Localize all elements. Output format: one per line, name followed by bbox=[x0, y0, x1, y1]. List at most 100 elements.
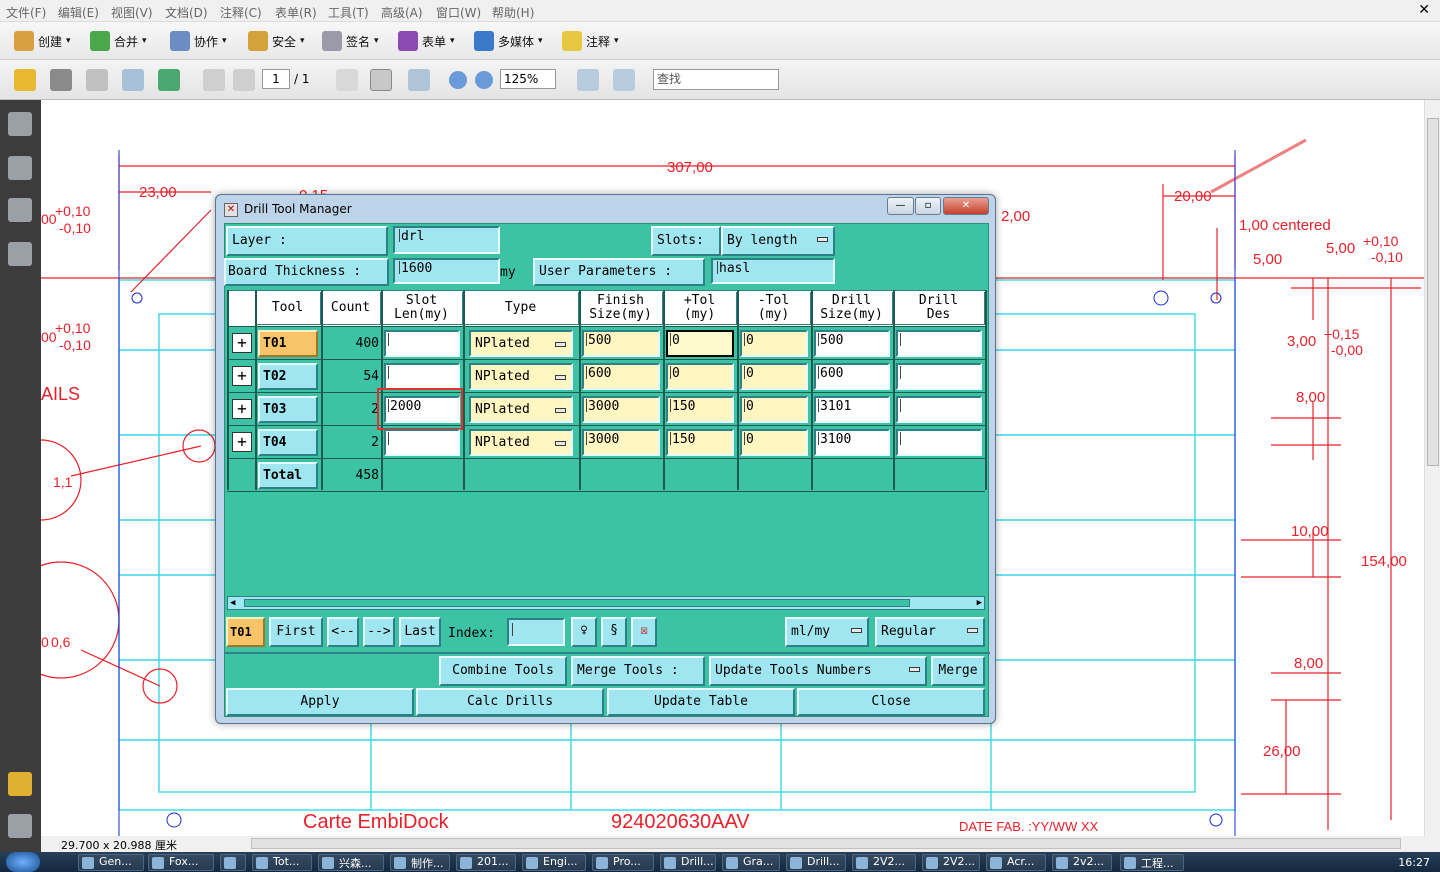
fit-width-icon[interactable] bbox=[577, 69, 599, 91]
lightbulb-button[interactable]: ♀ bbox=[571, 617, 597, 647]
plus-tol-input[interactable]: 150 bbox=[666, 429, 734, 456]
taskbar-item[interactable]: Acr... bbox=[986, 854, 1046, 871]
slot-length-input[interactable] bbox=[384, 429, 460, 456]
start-button[interactable] bbox=[6, 852, 40, 872]
next-button[interactable]: --> bbox=[363, 617, 395, 647]
minus-tol-input[interactable]: 0 bbox=[740, 429, 808, 456]
minus-tol-input[interactable]: 0 bbox=[740, 330, 808, 357]
pages-icon[interactable] bbox=[8, 112, 32, 136]
close-button[interactable]: Close bbox=[797, 688, 985, 716]
signatures-icon[interactable] bbox=[8, 242, 32, 266]
table-scrollbar[interactable]: ◀ ▶ bbox=[227, 596, 985, 610]
taskbar-item[interactable]: Tot... bbox=[252, 854, 312, 871]
column-header-type[interactable]: Type bbox=[463, 292, 579, 325]
finish-size-input[interactable]: 3000 bbox=[582, 429, 660, 456]
tool-cell[interactable]: T03 bbox=[258, 396, 318, 423]
email-icon[interactable] bbox=[122, 69, 144, 91]
column-header-count[interactable]: Count bbox=[321, 292, 381, 325]
taskbar-item[interactable] bbox=[220, 854, 246, 871]
zoom-in-icon[interactable] bbox=[475, 71, 493, 89]
menu-tools[interactable]: 工具(T) bbox=[328, 4, 369, 21]
forms-button[interactable]: 表单 ▾ bbox=[398, 28, 455, 54]
minimize-button[interactable]: — bbox=[887, 197, 914, 215]
print-icon[interactable] bbox=[50, 69, 72, 91]
last-button[interactable]: Last bbox=[399, 617, 441, 647]
attachments-icon[interactable] bbox=[8, 814, 32, 838]
taskbar-item[interactable]: Fox... bbox=[148, 854, 214, 871]
prev-button[interactable]: <-- bbox=[327, 617, 359, 647]
web-icon[interactable] bbox=[158, 69, 180, 91]
taskbar-item[interactable]: 制作... bbox=[390, 854, 450, 871]
drill-size-input[interactable]: 3100 bbox=[814, 429, 890, 456]
plus-tol-input[interactable]: 150 bbox=[666, 396, 734, 423]
page-number-input[interactable]: 1 bbox=[262, 69, 290, 89]
comments-panel-icon[interactable] bbox=[8, 772, 32, 796]
taskbar-item[interactable]: Engi... bbox=[522, 854, 586, 871]
slot-length-input[interactable] bbox=[384, 330, 460, 357]
save-icon[interactable] bbox=[86, 69, 108, 91]
drill-des-input[interactable] bbox=[896, 330, 982, 357]
slots-select[interactable]: By length bbox=[721, 226, 835, 256]
security-button[interactable]: 安全 ▾ bbox=[248, 28, 305, 54]
bookmarks-icon[interactable] bbox=[8, 156, 32, 180]
minus-tol-input[interactable]: 0 bbox=[740, 396, 808, 423]
arrow-up-icon[interactable] bbox=[203, 69, 225, 91]
type-select[interactable]: NPlated bbox=[469, 429, 573, 456]
comment-button[interactable]: 注释 ▾ bbox=[562, 28, 619, 54]
menu-advanced[interactable]: 高级(A) bbox=[381, 4, 423, 21]
combine-tools-button[interactable]: Combine Tools bbox=[439, 656, 567, 686]
scroll-left-icon[interactable]: ◀ bbox=[230, 598, 235, 608]
collaborate-button[interactable]: 协作 ▾ bbox=[170, 28, 227, 54]
delete-button[interactable]: ☒ bbox=[631, 617, 657, 647]
menu-view[interactable]: 视图(V) bbox=[111, 4, 153, 21]
drill-size-input[interactable]: 600 bbox=[814, 363, 890, 390]
tool-cell[interactable]: T02 bbox=[258, 363, 318, 390]
taskbar-item[interactable]: Pro... bbox=[592, 854, 654, 871]
layers-icon[interactable] bbox=[8, 198, 32, 222]
update-numbers-select[interactable]: Update Tools Numbers bbox=[709, 656, 927, 686]
expand-row-icon[interactable]: + bbox=[232, 432, 252, 452]
slot-length-input[interactable] bbox=[384, 363, 460, 390]
maximize-button[interactable]: ▫ bbox=[915, 197, 941, 215]
user-params-input[interactable]: hasl bbox=[711, 258, 835, 284]
column-header-drill-size[interactable]: Drill Size(my) bbox=[811, 292, 893, 325]
drill-size-input[interactable]: 500 bbox=[814, 330, 890, 357]
arrow-down-icon[interactable] bbox=[233, 69, 255, 91]
type-select[interactable]: NPlated bbox=[469, 363, 573, 390]
units-select[interactable]: ml/my bbox=[785, 617, 869, 647]
taskbar-item[interactable]: Gra... bbox=[722, 854, 780, 871]
menu-file[interactable]: 文件(F) bbox=[6, 4, 46, 21]
index-input[interactable] bbox=[507, 618, 565, 646]
layer-input[interactable]: drl bbox=[393, 226, 500, 254]
column-header-drill-des[interactable]: Drill Des bbox=[893, 292, 985, 325]
menu-comments[interactable]: 注释(C) bbox=[220, 4, 262, 21]
taskbar-item[interactable]: 兴森... bbox=[318, 854, 384, 871]
taskbar-item[interactable]: 2V2... bbox=[922, 854, 980, 871]
search-input[interactable]: 查找 bbox=[653, 69, 779, 90]
apply-button[interactable]: Apply bbox=[226, 688, 414, 716]
slot-button[interactable]: § bbox=[601, 617, 627, 647]
menu-document[interactable]: 文档(D) bbox=[165, 4, 208, 21]
taskbar-item[interactable]: 工程... bbox=[1120, 854, 1184, 871]
expand-row-icon[interactable]: + bbox=[232, 333, 252, 353]
vertical-scroll-thumb[interactable] bbox=[1427, 118, 1439, 466]
type-select[interactable]: NPlated bbox=[469, 330, 573, 357]
zoom-select[interactable]: 125% bbox=[500, 69, 556, 89]
drill-des-input[interactable] bbox=[896, 363, 982, 390]
drill-des-input[interactable] bbox=[896, 396, 982, 423]
scroll-right-icon[interactable]: ▶ bbox=[977, 598, 982, 608]
horizontal-scrollbar[interactable] bbox=[251, 838, 1401, 849]
finish-size-input[interactable]: 3000 bbox=[582, 396, 660, 423]
plus-tol-input[interactable]: 0 bbox=[666, 330, 734, 357]
first-button[interactable]: First bbox=[269, 617, 323, 647]
tool-cell[interactable]: T04 bbox=[258, 429, 318, 456]
column-header-tool[interactable]: Tool bbox=[255, 292, 321, 325]
drill-size-input[interactable]: 3101 bbox=[814, 396, 890, 423]
mode-select[interactable]: Regular bbox=[875, 617, 985, 647]
combine-button[interactable]: 合并 ▾ bbox=[90, 28, 147, 54]
fit-page-icon[interactable] bbox=[613, 69, 635, 91]
column-header-finish-size[interactable]: Finish Size(my) bbox=[579, 292, 663, 325]
select-text-icon[interactable] bbox=[336, 69, 358, 91]
minus-tol-input[interactable]: 0 bbox=[740, 363, 808, 390]
create-button[interactable]: 创建 ▾ bbox=[14, 28, 71, 54]
